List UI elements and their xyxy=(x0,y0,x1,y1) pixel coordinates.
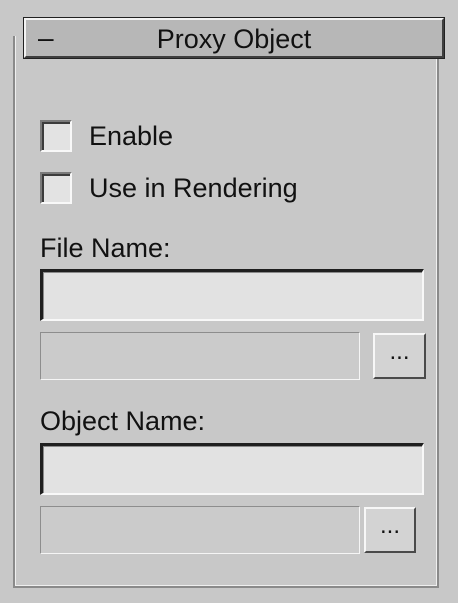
use-in-rendering-label: Use in Rendering xyxy=(89,173,298,203)
enable-checkbox-row[interactable]: Enable xyxy=(40,119,173,153)
object-path-field xyxy=(40,506,360,554)
proxy-object-rollout-header[interactable]: – Proxy Object xyxy=(23,17,445,59)
use-in-rendering-checkbox[interactable] xyxy=(40,172,72,204)
object-name-label: Object Name: xyxy=(40,406,206,436)
object-browse-button[interactable]: ... xyxy=(364,507,416,553)
rollout-title: Proxy Object xyxy=(156,24,312,54)
file-name-input[interactable] xyxy=(40,269,424,321)
object-name-input[interactable] xyxy=(40,443,424,495)
use-in-rendering-checkbox-row[interactable]: Use in Rendering xyxy=(40,171,298,205)
enable-checkbox[interactable] xyxy=(40,120,72,152)
file-path-field xyxy=(40,332,360,380)
enable-label: Enable xyxy=(89,121,174,151)
file-name-label: File Name: xyxy=(40,233,171,263)
file-browse-button[interactable]: ... xyxy=(373,333,426,379)
